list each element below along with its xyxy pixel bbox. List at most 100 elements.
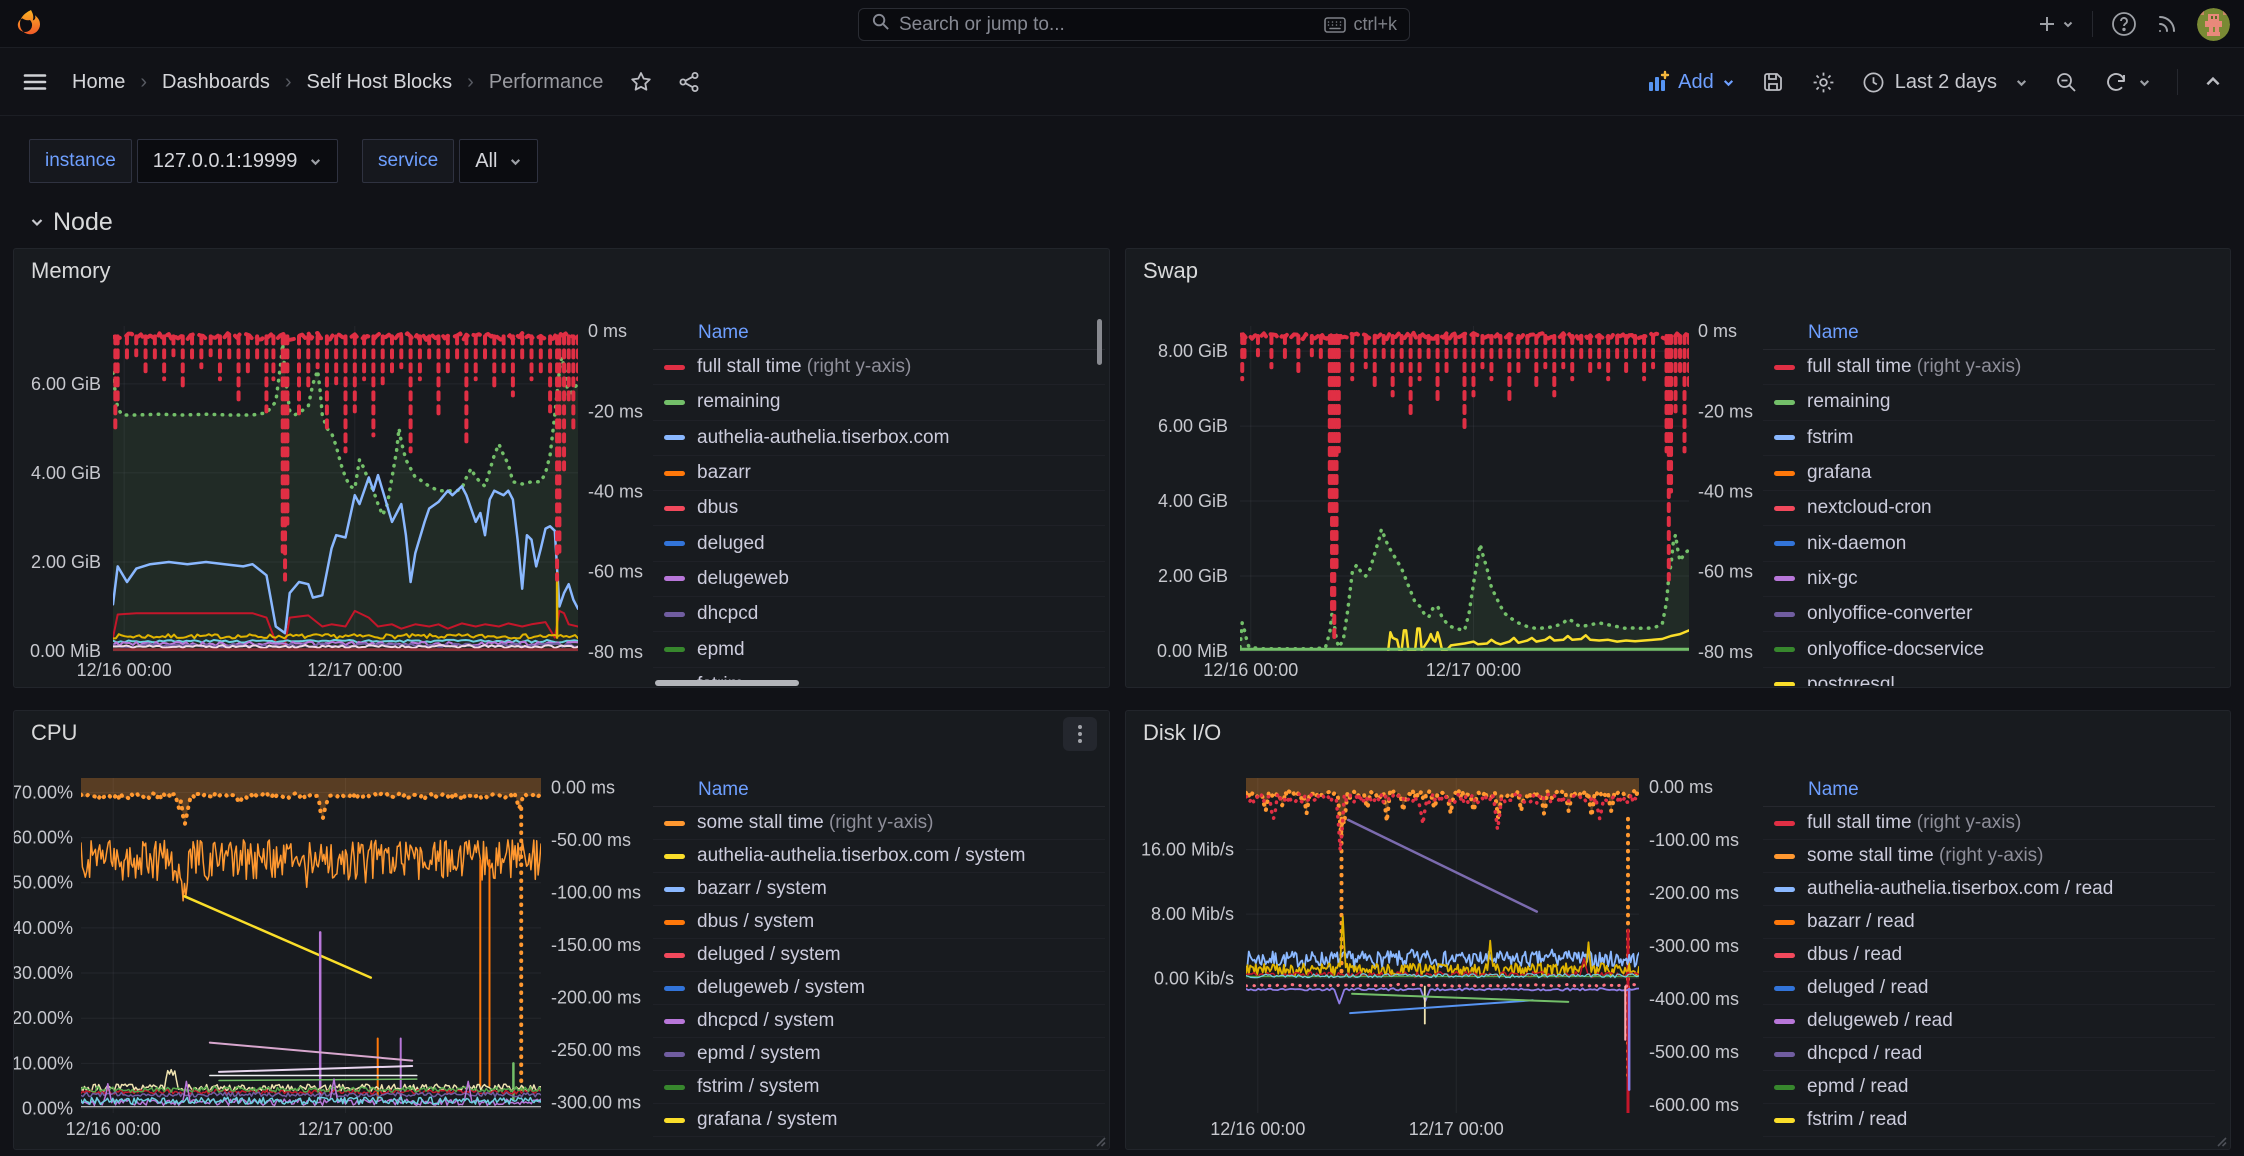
legend-label: grafana — [1807, 462, 1871, 484]
grafana-logo-icon[interactable] — [14, 8, 46, 40]
breadcrumb-dashboards[interactable]: Dashboards — [162, 71, 270, 94]
legend-horizontal-scrollbar[interactable] — [655, 680, 799, 686]
legend-item[interactable]: authelia-authelia.tiserbox.com / system — [653, 840, 1105, 873]
legend-item[interactable]: some stall time (right y-axis) — [1763, 840, 2215, 873]
legend-swatch — [1774, 920, 1795, 925]
time-range-picker[interactable]: Last 2 days — [1862, 71, 2028, 94]
breadcrumb-home[interactable]: Home — [72, 71, 125, 94]
legend-item[interactable]: grafana / system — [653, 1104, 1105, 1137]
legend-item[interactable]: full stall time (right y-axis) — [1763, 807, 2215, 840]
legend-swatch — [1774, 887, 1795, 892]
legend-label: authelia-authelia.tiserbox.com — [697, 427, 949, 449]
legend-item[interactable]: nextcloud-cron — [1763, 491, 2215, 526]
legend-item[interactable]: full stall time (right y-axis) — [653, 350, 1105, 385]
legend-swatch — [664, 576, 685, 581]
legend-item[interactable]: epmd — [653, 632, 1105, 667]
legend-label: remaining — [1807, 391, 1890, 413]
legend-item[interactable]: remaining — [1763, 385, 2215, 420]
legend-item[interactable]: bazarr / read — [1763, 906, 2215, 939]
variable-instance-value[interactable]: 127.0.0.1:19999 — [137, 139, 339, 183]
legend-item[interactable]: nix-gc — [1763, 562, 2215, 597]
svg-text:0.00 ms: 0.00 ms — [1649, 777, 1713, 797]
legend-item[interactable]: delugeweb / read — [1763, 1005, 2215, 1038]
svg-text:12/17 00:00: 12/17 00:00 — [307, 660, 402, 680]
panel-resize-handle[interactable] — [2215, 1134, 2227, 1146]
legend-item[interactable]: onlyoffice-docservice — [1763, 632, 2215, 667]
panel-cpu: CPU0.00%10.00%20.00%30.00%40.00%50.00%60… — [13, 710, 1110, 1150]
legend-item[interactable]: dhcpcd / system — [653, 1005, 1105, 1038]
search-input[interactable]: Search or jump to... ctrl+k — [858, 8, 1410, 41]
panel-resize-handle[interactable] — [1094, 1134, 1106, 1146]
legend-label: remaining — [697, 391, 780, 413]
favorite-star-button[interactable] — [629, 70, 653, 94]
legend-item[interactable]: delugeweb — [653, 562, 1105, 597]
legend-item[interactable]: fstrim / system — [653, 1071, 1105, 1104]
legend-header-name[interactable]: Name — [1763, 316, 2215, 350]
legend-item[interactable]: dhcpcd / read — [1763, 1038, 2215, 1071]
row-node-toggle[interactable]: Node — [29, 203, 113, 241]
legend-label: bazarr / read — [1807, 911, 1915, 933]
svg-text:-100.00 ms: -100.00 ms — [551, 882, 641, 902]
legend-item[interactable]: some stall time (right y-axis) — [653, 807, 1105, 840]
user-avatar[interactable] — [2197, 8, 2230, 41]
legend-item[interactable]: remaining — [653, 385, 1105, 420]
legend-item[interactable]: dbus / system — [653, 906, 1105, 939]
svg-text:-60 ms: -60 ms — [1698, 562, 1753, 582]
svg-text:6.00 GiB: 6.00 GiB — [31, 374, 101, 394]
zoom-out-button[interactable] — [2054, 70, 2078, 94]
variable-service-value[interactable]: All — [459, 139, 538, 183]
legend-swatch — [1774, 506, 1795, 511]
new-item-button[interactable] — [2037, 14, 2074, 34]
legend-item[interactable]: deluged / read — [1763, 972, 2215, 1005]
collapse-nav-button[interactable] — [2204, 73, 2222, 91]
add-panel-button[interactable]: Add — [1646, 70, 1735, 94]
legend-item[interactable]: fstrim — [1763, 421, 2215, 456]
legend-header-name[interactable]: Name — [653, 316, 1105, 350]
legend-item[interactable]: authelia-authelia.tiserbox.com — [653, 421, 1105, 456]
legend-item[interactable]: dbus / read — [1763, 939, 2215, 972]
divider — [2092, 11, 2093, 37]
legend-label: epmd / system — [697, 1043, 821, 1065]
refresh-button[interactable] — [2104, 70, 2151, 94]
share-button[interactable] — [677, 70, 701, 94]
legend-item[interactable]: delugeweb / system — [653, 972, 1105, 1005]
legend-item[interactable]: bazarr — [653, 456, 1105, 491]
legend-item[interactable]: epmd / read — [1763, 1071, 2215, 1104]
legend-item[interactable]: postgresql — [1763, 668, 2215, 686]
svg-text:16.00 Mib/s: 16.00 Mib/s — [1141, 840, 1234, 860]
refresh-icon — [2104, 70, 2128, 94]
legend-header-name[interactable]: Name — [1763, 773, 2215, 807]
legend-label: bazarr — [697, 462, 751, 484]
news-button[interactable] — [2155, 12, 2179, 36]
legend-item[interactable]: nix-daemon — [1763, 526, 2215, 561]
legend-item[interactable]: onlyoffice-converter — [1763, 597, 2215, 632]
breadcrumb-separator: › — [135, 71, 152, 94]
legend-header-name[interactable]: Name — [653, 773, 1105, 807]
legend-item[interactable]: epmd / system — [653, 1038, 1105, 1071]
svg-text:4.00 GiB: 4.00 GiB — [1158, 491, 1228, 511]
legend-item[interactable]: deluged / system — [653, 939, 1105, 972]
legend-item[interactable]: fstrim / read — [1763, 1104, 2215, 1137]
legend-item[interactable]: deluged — [653, 526, 1105, 561]
mega-menu-button[interactable] — [22, 69, 48, 95]
svg-text:40.00%: 40.00% — [14, 918, 73, 938]
chevron-down-icon — [2138, 76, 2151, 89]
svg-text:4.00 GiB: 4.00 GiB — [31, 463, 101, 483]
legend-vertical-scrollbar[interactable] — [1097, 319, 1102, 365]
svg-text:-300.00 ms: -300.00 ms — [551, 1092, 641, 1112]
legend-label: delugeweb / read — [1807, 1010, 1953, 1032]
legend-item[interactable]: dhcpcd — [653, 597, 1105, 632]
chevron-down-icon — [29, 214, 45, 230]
legend-item[interactable]: bazarr / system — [653, 873, 1105, 906]
breadcrumb-folder[interactable]: Self Host Blocks — [307, 71, 453, 94]
help-button[interactable] — [2111, 11, 2137, 37]
legend-label: some stall time (right y-axis) — [1807, 845, 2044, 867]
legend-item[interactable]: full stall time (right y-axis) — [1763, 350, 2215, 385]
dashboard-settings-button[interactable] — [1811, 70, 1836, 95]
legend-item[interactable]: authelia-authelia.tiserbox.com / read — [1763, 873, 2215, 906]
legend-label: full stall time (right y-axis) — [1807, 812, 2021, 834]
breadcrumb-current: Performance — [489, 71, 604, 94]
save-dashboard-button[interactable] — [1761, 70, 1785, 94]
legend-item[interactable]: dbus — [653, 491, 1105, 526]
legend-item[interactable]: grafana — [1763, 456, 2215, 491]
